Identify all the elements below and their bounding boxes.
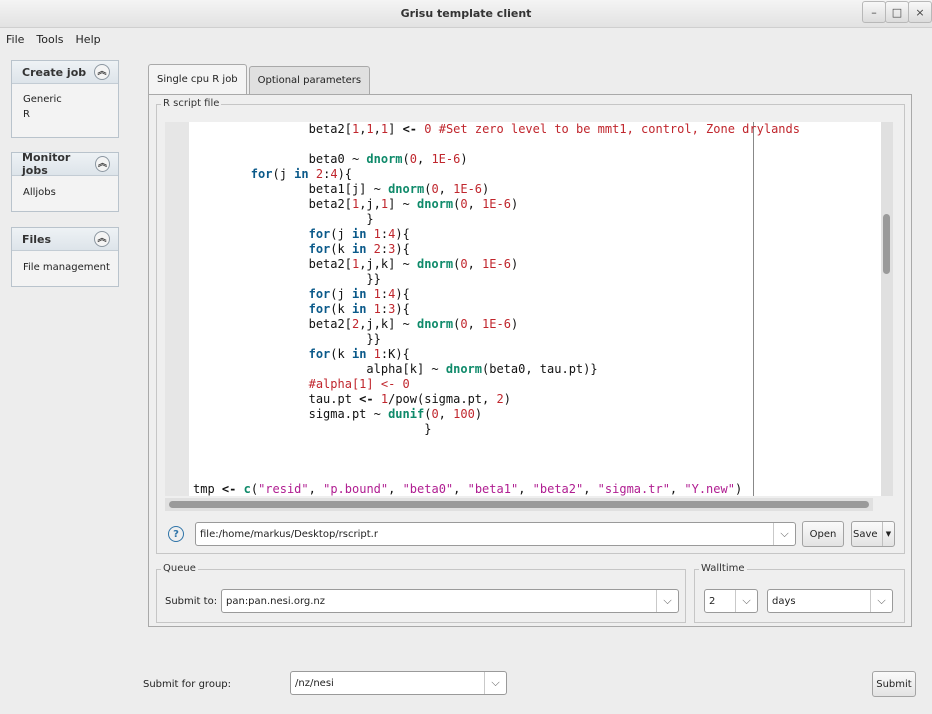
sidebar-item-alljobs[interactable]: Alljobs [12, 185, 118, 200]
create-job-header[interactable]: Create job ︽ [12, 61, 118, 84]
vertical-scrollbar[interactable] [881, 122, 893, 496]
queue-value: pan:pan.nesi.org.nz [226, 595, 325, 607]
sidebar-item-generic[interactable]: Generic [12, 92, 118, 107]
create-job-panel: Create job ︽ Generic R [11, 60, 119, 138]
walltime-unit-value: days [772, 595, 796, 607]
code-line: #alpha[1] <- 0 [308, 377, 410, 391]
file-path-combo[interactable]: file:/home/markus/Desktop/rscript.r ⌵ [195, 522, 796, 546]
group-value: /nz/nesi [295, 677, 334, 689]
code-line: beta1[j] ~ dnorm(0, 1E-6) [193, 182, 490, 196]
code-line: for(j in 2:4){ [250, 167, 353, 181]
tab-bar: Single cpu R job Optional parameters [148, 64, 372, 94]
code-line: sigma.pt ~ dunif(0, 100) [193, 407, 483, 421]
code-line: beta2[1,1,1] <- 0 #Set zero level to be … [193, 122, 800, 136]
submit-to-label: Submit to: [165, 596, 218, 607]
code-line: } [193, 422, 432, 436]
group-select[interactable]: /nz/nesi ⌵ [290, 671, 507, 695]
code-line: }} [193, 332, 381, 346]
save-button[interactable]: Save ▼ [851, 521, 895, 547]
code-line: tau.pt <- 1/pow(sigma.pt, 2) [193, 392, 511, 406]
walltime-amount-select[interactable]: 2 ⌵ [704, 589, 758, 613]
code-line: } [193, 212, 374, 226]
code-line: beta2[2,j,k] ~ dnorm(0, 1E-6) [193, 317, 519, 331]
menu-bar: File Tools Help [0, 30, 101, 50]
monitor-jobs-panel: Monitor jobs ︽ Alljobs [11, 151, 119, 212]
collapse-chevron-icon[interactable]: ︽ [94, 64, 110, 80]
dropdown-arrow-icon[interactable]: ▼ [882, 522, 894, 546]
save-label: Save [853, 528, 878, 540]
submit-button[interactable]: Submit [872, 671, 916, 697]
chevron-down-icon[interactable]: ⌵ [870, 590, 892, 612]
walltime-amount-value: 2 [709, 595, 716, 607]
window-title: Grisu template client [400, 7, 532, 20]
title-bar: Grisu template client – □ × [0, 0, 932, 28]
monitor-jobs-header[interactable]: Monitor jobs ︽ [12, 151, 118, 177]
collapse-chevron-icon[interactable]: ︽ [94, 231, 110, 247]
queue-select[interactable]: pan:pan.nesi.org.nz ⌵ [221, 589, 679, 613]
sidebar-item-r[interactable]: R [12, 107, 118, 122]
sidebar-item-file-management[interactable]: File management [12, 260, 118, 275]
menu-file[interactable]: File [6, 30, 24, 50]
horizontal-scroll-thumb[interactable] [169, 501, 869, 508]
chevron-down-icon[interactable]: ⌵ [773, 523, 795, 545]
tab-single-cpu-r-job[interactable]: Single cpu R job [148, 64, 247, 94]
chevron-down-icon[interactable]: ⌵ [484, 672, 506, 694]
maximize-button[interactable]: □ [885, 1, 909, 23]
files-title: Files [22, 232, 52, 246]
code-editor[interactable]: beta2[1,1,1] <- 0 #Set zero level to be … [165, 122, 893, 496]
create-job-title: Create job [22, 65, 87, 79]
submit-for-group-label: Submit for group: [143, 679, 231, 690]
code-line: for(j in 1:4){ [308, 287, 410, 301]
menu-tools[interactable]: Tools [36, 30, 63, 50]
walltime-unit-select[interactable]: days ⌵ [767, 589, 893, 613]
walltime-legend: Walltime [699, 563, 747, 574]
code-line: for(k in 2:3){ [308, 242, 410, 256]
editor-gutter [165, 122, 189, 496]
code-line: for(k in 1:3){ [308, 302, 410, 316]
collapse-chevron-icon[interactable]: ︽ [94, 156, 110, 172]
code-line: alpha[k] ~ dnorm(beta0, tau.pt)} [193, 362, 598, 376]
chevron-down-icon[interactable]: ⌵ [656, 590, 678, 612]
menu-help[interactable]: Help [76, 30, 101, 50]
code-line: beta2[1,j,1] ~ dnorm(0, 1E-6) [193, 197, 519, 211]
file-path-value: file:/home/markus/Desktop/rscript.r [200, 528, 378, 540]
minimize-button[interactable]: – [862, 1, 886, 23]
close-button[interactable]: × [908, 1, 932, 23]
code-line: beta2[1,j,k] ~ dnorm(0, 1E-6) [193, 257, 519, 271]
code-line: beta0 ~ dnorm(0, 1E-6) [193, 152, 468, 166]
vertical-scroll-thumb[interactable] [883, 214, 890, 274]
help-icon[interactable]: ? [168, 526, 184, 542]
queue-legend: Queue [161, 563, 198, 574]
monitor-jobs-title: Monitor jobs [22, 151, 71, 177]
tab-optional-parameters[interactable]: Optional parameters [248, 66, 371, 94]
script-legend: R script file [161, 98, 222, 109]
code-line: for(k in 1:K){ [308, 347, 410, 361]
open-button[interactable]: Open [802, 521, 844, 547]
code-line: }} [193, 272, 381, 286]
code-text[interactable]: beta2[1,1,1] <- 0 #Set zero level to be … [193, 122, 800, 496]
horizontal-scrollbar[interactable] [165, 498, 873, 511]
window-controls: – □ × [862, 1, 932, 23]
files-panel: Files ︽ File management [11, 227, 119, 287]
files-header[interactable]: Files ︽ [12, 228, 118, 251]
code-line: for(j in 1:4){ [308, 227, 410, 241]
chevron-down-icon[interactable]: ⌵ [735, 590, 757, 612]
code-line: tmp <- c("resid", "p.bound", "beta0", "b… [193, 482, 743, 496]
